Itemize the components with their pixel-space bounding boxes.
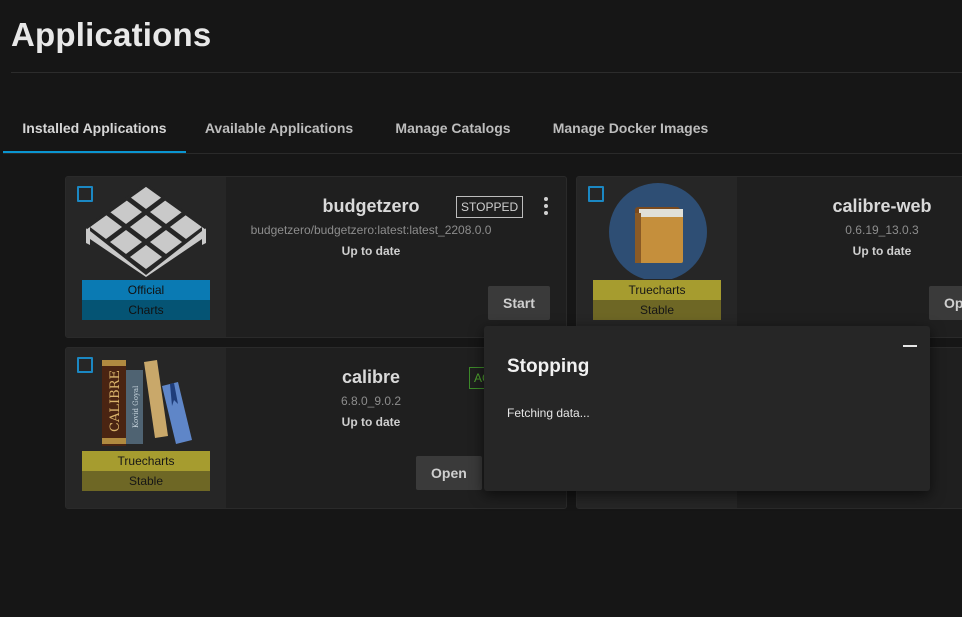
- train-badge: Stable: [82, 471, 210, 491]
- book-icon: [593, 183, 721, 281]
- catalog-badge: Truecharts: [82, 451, 210, 471]
- tab-available-applications[interactable]: Available Applications: [194, 108, 364, 151]
- app-version: 6.8.0_9.0.2: [340, 394, 402, 408]
- tabs-divider: [3, 153, 962, 154]
- more-options-icon[interactable]: [542, 197, 550, 215]
- tab-bar: Installed Applications Available Applica…: [3, 108, 962, 153]
- select-checkbox[interactable]: [77, 357, 93, 373]
- train-badge: Charts: [82, 300, 210, 320]
- dialog-title: Stopping: [507, 356, 590, 377]
- minimize-icon[interactable]: [902, 338, 918, 352]
- app-version: 0.6.19_13.0.3: [845, 223, 919, 237]
- job-progress-dialog: Stopping Fetching data...: [484, 326, 930, 491]
- start-button[interactable]: Start: [488, 286, 550, 320]
- open-button[interactable]: Open: [416, 456, 482, 490]
- app-version: budgetzero/budgetzero:latest:latest_2208…: [250, 223, 492, 237]
- open-button[interactable]: Op: [929, 286, 962, 320]
- app-card-budgetzero: Official Charts budgetzero budgetzero/bu…: [65, 176, 567, 338]
- update-status: Up to date: [852, 244, 912, 258]
- select-checkbox[interactable]: [588, 186, 604, 202]
- update-status: Up to date: [341, 244, 401, 258]
- tab-manage-catalogs[interactable]: Manage Catalogs: [383, 108, 523, 151]
- page-title: Applications: [11, 16, 212, 53]
- svg-text:Kovid Goyal: Kovid Goyal: [132, 385, 140, 428]
- status-badge: STOPPED: [456, 196, 524, 218]
- tab-installed-applications[interactable]: Installed Applications: [3, 108, 186, 153]
- svg-text:CALIBRE: CALIBRE: [108, 370, 123, 432]
- catalog-badge: Truecharts: [593, 280, 721, 300]
- update-status: Up to date: [341, 415, 401, 429]
- calibre-books-icon: CALIBRE Kovid Goyal: [82, 354, 210, 450]
- app-name: calibre-web: [832, 196, 932, 216]
- dialog-message: Fetching data...: [507, 406, 590, 420]
- catalog-badge: Official: [82, 280, 210, 300]
- app-card-calibre-web: Truecharts Stable calibre-web 0.6.19_13.…: [576, 176, 962, 338]
- title-divider: [11, 72, 962, 73]
- select-checkbox[interactable]: [77, 186, 93, 202]
- tab-manage-docker-images[interactable]: Manage Docker Images: [543, 108, 718, 151]
- budgetzero-logo-icon: [82, 183, 210, 279]
- train-badge: Stable: [593, 300, 721, 320]
